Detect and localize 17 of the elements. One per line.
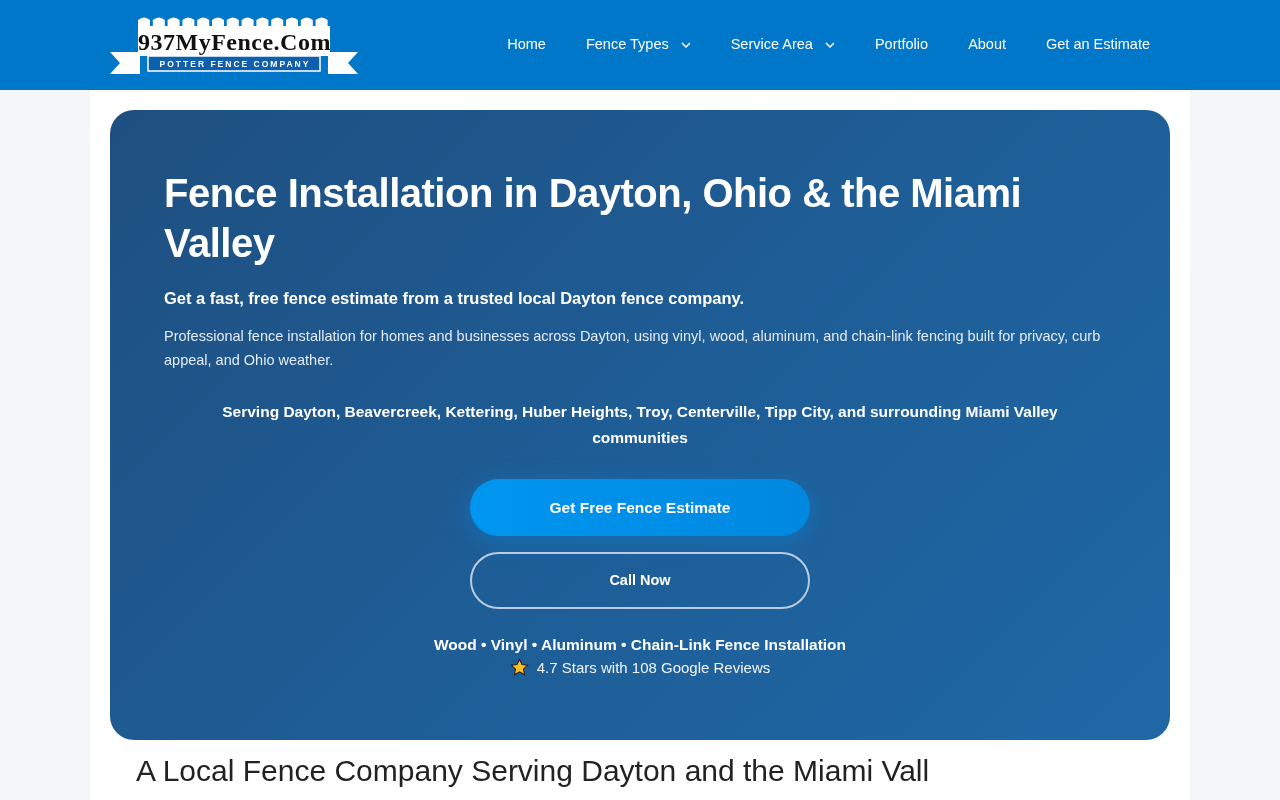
nav-dropdown[interactable]: Service Area — [710, 34, 855, 56]
nav-link[interactable]: About — [948, 34, 1027, 56]
estimate-button[interactable]: Get Free Fence Estimate — [470, 479, 810, 537]
hero-description: Professional fence installation for homes and businesses across Dayton, using vinyl, wood, aluminum, and chain-link fencing built for privacy, curb appeal, and Ohio weather. — [164, 326, 1102, 370]
nav-link[interactable]: Home — [487, 34, 566, 56]
service-area-text: Serving Dayton, Beavercreek, Kettering, Huber Heights, Troy, Centerville, Tipp City, and surrounding Miami Valley communities — [221, 401, 1059, 448]
nav-dropdown[interactable]: Fence Types — [565, 34, 711, 56]
section-heading: A Local Fence Company Serving Dayton and the Miami Vall — [136, 753, 930, 789]
call-button[interactable]: Call Now — [470, 552, 810, 610]
logo-tagline: POTTER FENCE COMPANY — [158, 59, 312, 70]
fence-types-text: Wood • Vinyl • Aluminum • Chain-Link Fence Installation — [433, 635, 847, 656]
hero-title: Fence Installation in Dayton, Ohio & the Miami Valley — [164, 170, 1023, 267]
star-icon — [509, 658, 529, 678]
hero-subtitle: Get a fast, free fence estimate from a trusted local Dayton fence company. — [164, 288, 746, 309]
nav-link[interactable]: Get an Estimate — [1026, 34, 1170, 56]
nav-link[interactable]: Portfolio — [854, 34, 949, 56]
rating-text: 4.7 Stars with 108 Google Reviews — [536, 657, 771, 678]
